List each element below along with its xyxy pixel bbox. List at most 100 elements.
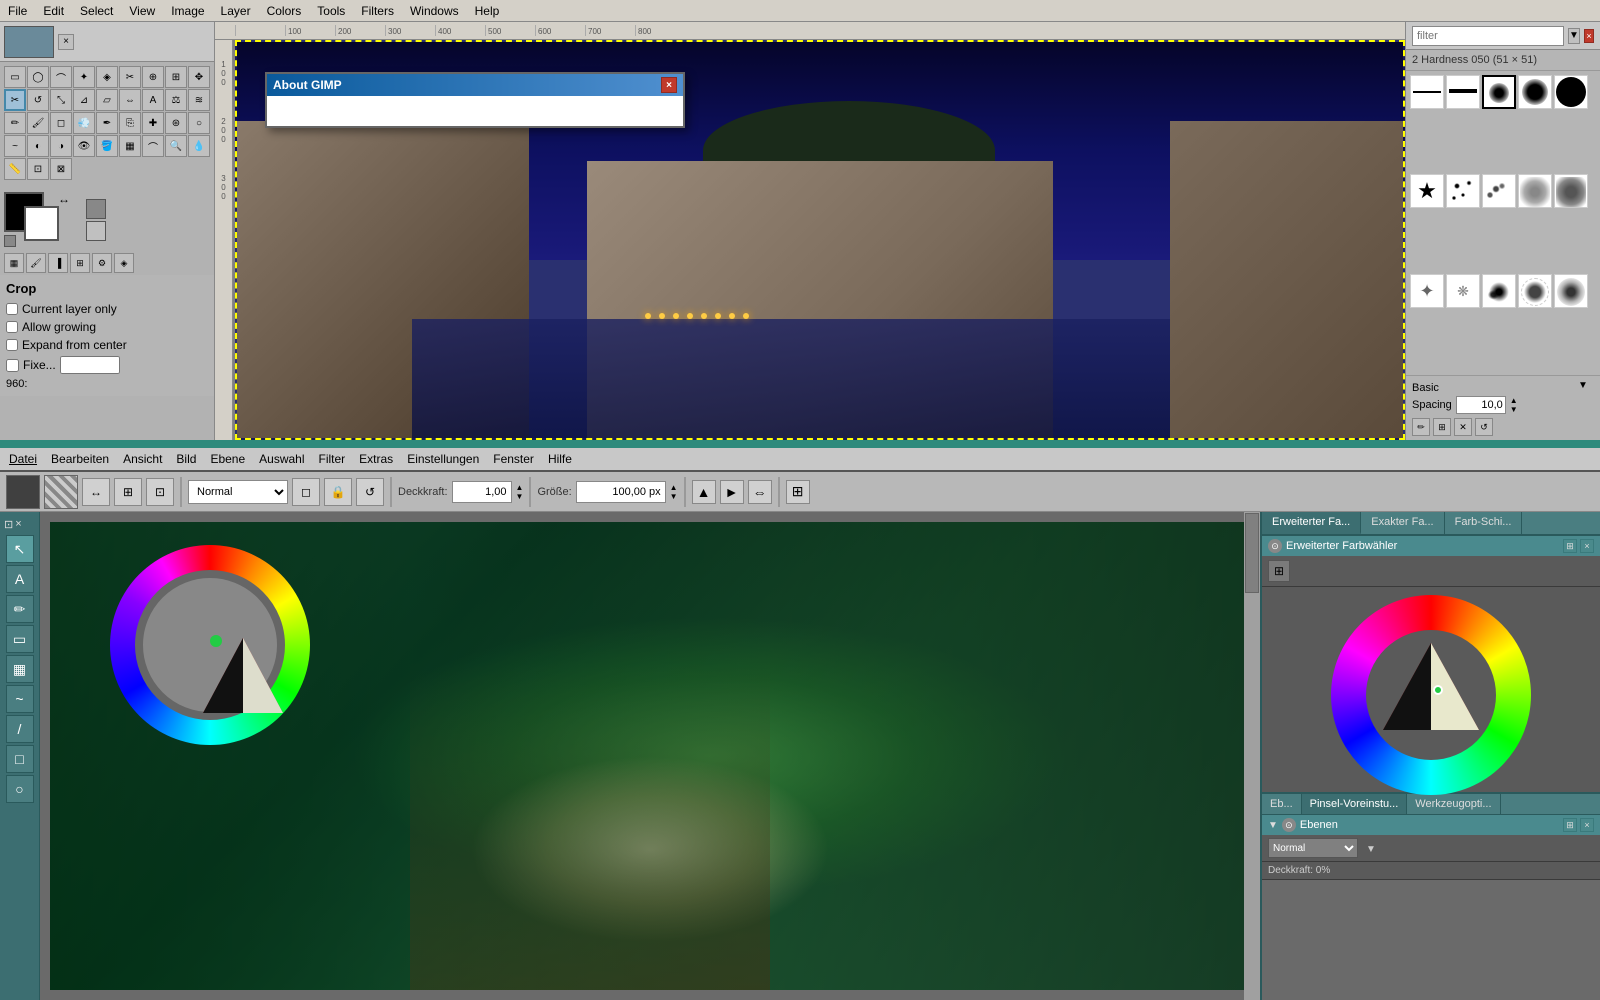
menu-einstellungen[interactable]: Einstellungen xyxy=(404,452,482,466)
size-up[interactable]: ▲ xyxy=(670,483,678,492)
brush-delete-btn[interactable]: ✕ xyxy=(1454,418,1472,436)
tool-curves[interactable]: ≋ xyxy=(188,89,210,111)
tool-foreground-select[interactable]: ⊕ xyxy=(142,66,164,88)
reset-colors-btn[interactable] xyxy=(4,235,16,247)
brush-circle-lg[interactable] xyxy=(1554,75,1588,109)
tab-exakter-fa[interactable]: Exakter Fa... xyxy=(1361,512,1444,534)
brush-star[interactable]: ★ xyxy=(1410,174,1444,208)
menu-extras[interactable]: Extras xyxy=(356,452,396,466)
canvas-scrollbar-v[interactable] xyxy=(1244,512,1260,1000)
brush-splat2[interactable]: ❋ xyxy=(1446,274,1480,308)
menu-bearbeiten[interactable]: Bearbeiten xyxy=(48,452,112,466)
brush-soft1[interactable] xyxy=(1554,274,1588,308)
expand-center-checkbox[interactable] xyxy=(6,339,18,351)
lt-line-tool[interactable]: / xyxy=(6,715,34,743)
tool-pencil[interactable]: ✏ xyxy=(4,112,26,134)
menu-edit[interactable]: Edit xyxy=(39,4,68,18)
tool-extra1[interactable]: ⊠ xyxy=(50,158,72,180)
brush-circle-sm[interactable] xyxy=(1482,75,1516,109)
menu-tools[interactable]: Tools xyxy=(313,4,349,18)
menu-select[interactable]: Select xyxy=(76,4,117,18)
spacing-spinner[interactable]: ▲ ▼ xyxy=(1510,396,1520,414)
ebenen-collapse-btn[interactable]: ▼ xyxy=(1268,820,1278,831)
lt-arrow-tool[interactable]: ↖ xyxy=(6,535,34,563)
tool-bucket-fill[interactable]: 🪣 xyxy=(96,135,118,157)
tb-refresh-btn[interactable]: ↺ xyxy=(356,478,384,506)
brush-splat1[interactable]: ✦ xyxy=(1410,274,1444,308)
lt-rect-select-tool[interactable]: □ xyxy=(6,745,34,773)
menu-windows[interactable]: Windows xyxy=(406,4,463,18)
tool-paintbrush[interactable]: 🖌 xyxy=(27,112,49,134)
current-layer-checkbox[interactable] xyxy=(6,303,18,315)
lt-smudge-tool[interactable]: ~ xyxy=(6,685,34,713)
tool-dodge-burn[interactable]: ◐ xyxy=(27,135,49,157)
menu-layer[interactable]: Layer xyxy=(217,4,255,18)
size-spinner[interactable]: ▲ ▼ xyxy=(670,483,678,501)
tool-free-select[interactable]: ⌒ xyxy=(50,66,72,88)
tool-shear[interactable]: ⊿ xyxy=(73,89,95,111)
lt-circle-tool[interactable]: ○ xyxy=(6,775,34,803)
brush-view-btn[interactable]: ⊞ xyxy=(1433,418,1451,436)
farbwahler-close-btn[interactable]: × xyxy=(1580,539,1594,553)
tool-transform[interactable]: ⊡ xyxy=(27,158,49,180)
brush-scatter2[interactable] xyxy=(1482,174,1516,208)
tab-pinsel-voreinstu[interactable]: Pinsel-Voreinstu... xyxy=(1302,794,1408,814)
tool-healing[interactable]: ✚ xyxy=(142,112,164,134)
menu-colors[interactable]: Colors xyxy=(263,4,306,18)
swap-colors-btn[interactable]: ↔ xyxy=(58,192,74,208)
tab-farb-schi[interactable]: Farb-Schi... xyxy=(1445,512,1523,534)
tool-select-by-color[interactable]: ◈ xyxy=(96,66,118,88)
menu-auswahl[interactable]: Auswahl xyxy=(256,452,307,466)
tool-perspective[interactable]: ▱ xyxy=(96,89,118,111)
canvas-scrollbar-thumb[interactable] xyxy=(1245,513,1259,593)
size-input[interactable] xyxy=(576,481,666,503)
tb-fg-color[interactable] xyxy=(6,475,40,509)
spacing-down[interactable]: ▼ xyxy=(1510,405,1520,414)
tab-ebenen[interactable]: Eb... xyxy=(1262,794,1302,814)
about-dialog-close-btn[interactable]: × xyxy=(661,77,677,93)
brush-ink1[interactable] xyxy=(1482,274,1516,308)
canvas-de[interactable] xyxy=(50,522,1250,990)
tb-lock-btn[interactable]: 🔒 xyxy=(324,478,352,506)
ebenen-filter-icon[interactable]: ▼ xyxy=(1366,841,1376,855)
mode-select[interactable]: Normal xyxy=(188,480,288,504)
size-down[interactable]: ▼ xyxy=(670,492,678,501)
tool-red-eye[interactable]: 👁 xyxy=(73,135,95,157)
tb-triangle-right-btn[interactable]: ► xyxy=(720,480,744,504)
menu-help[interactable]: Help xyxy=(471,4,504,18)
tool-clone[interactable]: ⎘ xyxy=(119,112,141,134)
fixed-input[interactable] xyxy=(60,356,120,374)
ebenen-mode-select[interactable]: Normal xyxy=(1268,838,1358,858)
menu-filter-de[interactable]: Filter xyxy=(316,452,349,466)
tool-color-balance[interactable]: ⚖ xyxy=(165,89,187,111)
tool-flip[interactable]: ⇔ xyxy=(119,89,141,111)
menu-datei[interactable]: Datei xyxy=(6,452,40,466)
tool-paths[interactable]: ⌒ xyxy=(142,135,164,157)
menu-ebene[interactable]: Ebene xyxy=(207,452,248,466)
tool-scissors[interactable]: ✂ xyxy=(119,66,141,88)
tool-eyedropper[interactable]: 💧 xyxy=(188,135,210,157)
allow-growing-checkbox[interactable] xyxy=(6,321,18,333)
fg-bg-colors[interactable]: ↔ xyxy=(4,192,74,247)
quick-mask-btn[interactable] xyxy=(86,199,106,219)
brush-refresh-btn[interactable]: ↺ xyxy=(1475,418,1493,436)
brush-panel-close-btn[interactable]: × xyxy=(1584,29,1594,43)
tool-zoom[interactable]: 🔍 xyxy=(165,135,187,157)
menu-fenster[interactable]: Fenster xyxy=(490,452,537,466)
tool-measure[interactable]: 📏 xyxy=(4,158,26,180)
ebenen-close-btn[interactable]: × xyxy=(1580,818,1594,832)
background-color[interactable] xyxy=(24,206,59,241)
brush-ink2[interactable] xyxy=(1518,274,1552,308)
opacity-down[interactable]: ▼ xyxy=(516,492,524,501)
menu-hilfe[interactable]: Hilfe xyxy=(545,452,575,466)
tb-swap-btn[interactable]: ↔ xyxy=(82,478,110,506)
tool-eraser[interactable]: ◻ xyxy=(50,112,72,134)
screen-mode-btn[interactable] xyxy=(86,221,106,241)
tab-werkzeugopti[interactable]: Werkzeugopti... xyxy=(1407,794,1500,814)
lt-pencil-tool[interactable]: ✏ xyxy=(6,595,34,623)
lt-close-btn[interactable]: × xyxy=(15,518,21,531)
brush-line-med[interactable] xyxy=(1446,75,1480,109)
opacity-up[interactable]: ▲ xyxy=(516,483,524,492)
tool-scale[interactable]: ⤡ xyxy=(50,89,72,111)
brush-scatter1[interactable] xyxy=(1446,174,1480,208)
